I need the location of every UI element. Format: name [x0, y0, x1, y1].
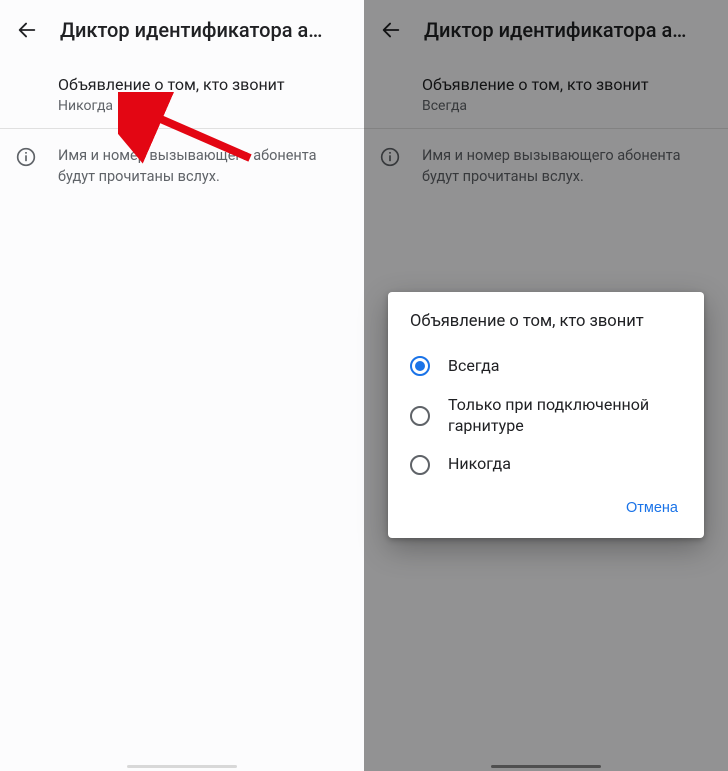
setting-value: Никогда	[58, 98, 344, 114]
radio-unchecked-icon	[410, 406, 430, 426]
radio-option-always[interactable]: Всегда	[410, 347, 696, 386]
header: Диктор идентификатора а…	[0, 0, 364, 60]
radio-option-never[interactable]: Никогда	[410, 445, 696, 484]
info-icon	[16, 147, 36, 171]
setting-title: Объявление о том, кто звонит	[58, 74, 344, 96]
radio-label: Только при подключенной гарнитуре	[448, 395, 682, 437]
radio-label: Всегда	[448, 356, 499, 377]
info-row: Имя и номер вызывающего абонента будут п…	[0, 129, 364, 203]
info-text: Имя и номер вызывающего абонента будут п…	[58, 145, 344, 187]
home-indicator	[127, 765, 237, 768]
announce-dialog: Объявление о том, кто звонит Всегда Толь…	[388, 292, 704, 538]
right-pane: Диктор идентификатора а… Объявление о то…	[364, 0, 728, 771]
radio-label: Никогда	[448, 454, 511, 475]
radio-option-headset[interactable]: Только при подключенной гарнитуре	[410, 386, 696, 446]
cancel-button[interactable]: Отмена	[616, 492, 688, 524]
left-pane: Диктор идентификатора а… Объявление о то…	[0, 0, 364, 771]
dialog-title: Объявление о том, кто звонит	[410, 312, 696, 331]
radio-unchecked-icon	[410, 455, 430, 475]
back-arrow-icon[interactable]	[16, 19, 38, 41]
page-title: Диктор идентификатора а…	[60, 18, 348, 42]
dialog-actions: Отмена	[410, 484, 696, 530]
caller-id-announce-setting[interactable]: Объявление о том, кто звонит Никогда	[0, 60, 364, 128]
radio-checked-icon	[410, 356, 430, 376]
